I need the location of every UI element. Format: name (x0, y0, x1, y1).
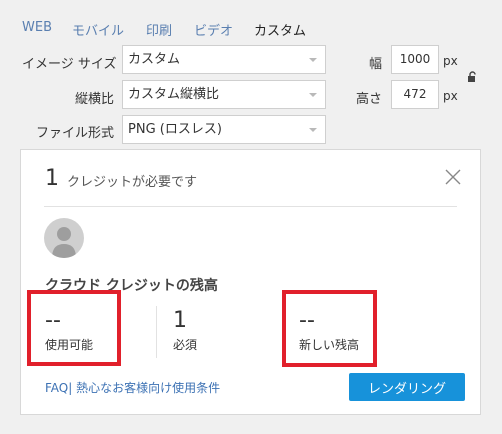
width-unit: px (443, 54, 458, 68)
faq-terms-link[interactable]: FAQ| 熱心なお客様向け使用条件 (45, 379, 220, 396)
chevron-down-icon (309, 58, 317, 62)
aspect-ratio-select[interactable]: カスタム縦横比 (122, 80, 326, 109)
tab-web[interactable]: WEB (22, 20, 52, 35)
chevron-down-icon (309, 93, 317, 97)
image-size-value: カスタム (128, 52, 181, 67)
width-label: 幅 (368, 57, 382, 72)
width-input[interactable]: 1000 (391, 45, 439, 74)
lock-icon[interactable] (467, 68, 479, 82)
highlight-box-available (27, 290, 121, 366)
height-unit: px (443, 89, 458, 103)
file-format-select[interactable]: PNG (ロスレス) (122, 115, 326, 144)
image-size-select[interactable]: カスタム (122, 45, 326, 74)
close-icon[interactable] (445, 169, 461, 185)
render-button[interactable]: レンダリング (349, 373, 465, 401)
file-format-label: ファイル形式 (35, 126, 114, 141)
highlight-box-new-balance (282, 290, 377, 367)
required-value: 1 (173, 308, 187, 333)
image-size-label: イメージ サイズ (22, 57, 117, 72)
chevron-down-icon (309, 128, 317, 132)
tab-custom[interactable]: カスタム (254, 20, 306, 39)
tab-mobile[interactable]: モバイル (72, 20, 124, 39)
aspect-ratio-value: カスタム縦横比 (128, 87, 220, 102)
tab-video[interactable]: ビデオ (194, 20, 233, 39)
stat-divider (156, 306, 157, 358)
aspect-ratio-label: 縦横比 (74, 92, 114, 107)
height-label: 高さ (355, 92, 382, 107)
file-format-value: PNG (ロスレス) (128, 122, 222, 137)
divider (44, 206, 457, 207)
tab-print[interactable]: 印刷 (146, 20, 172, 39)
avatar (44, 218, 84, 258)
credits-required-text: クレジットが必要です (67, 175, 198, 190)
credits-required-count: 1 (45, 166, 59, 191)
required-label: 必須 (173, 338, 198, 352)
credits-panel: 1 クレジットが必要です クラウド クレジットの残高 -- 使用可能 1 必須 … (20, 149, 481, 415)
height-input[interactable]: 472 (391, 80, 439, 109)
